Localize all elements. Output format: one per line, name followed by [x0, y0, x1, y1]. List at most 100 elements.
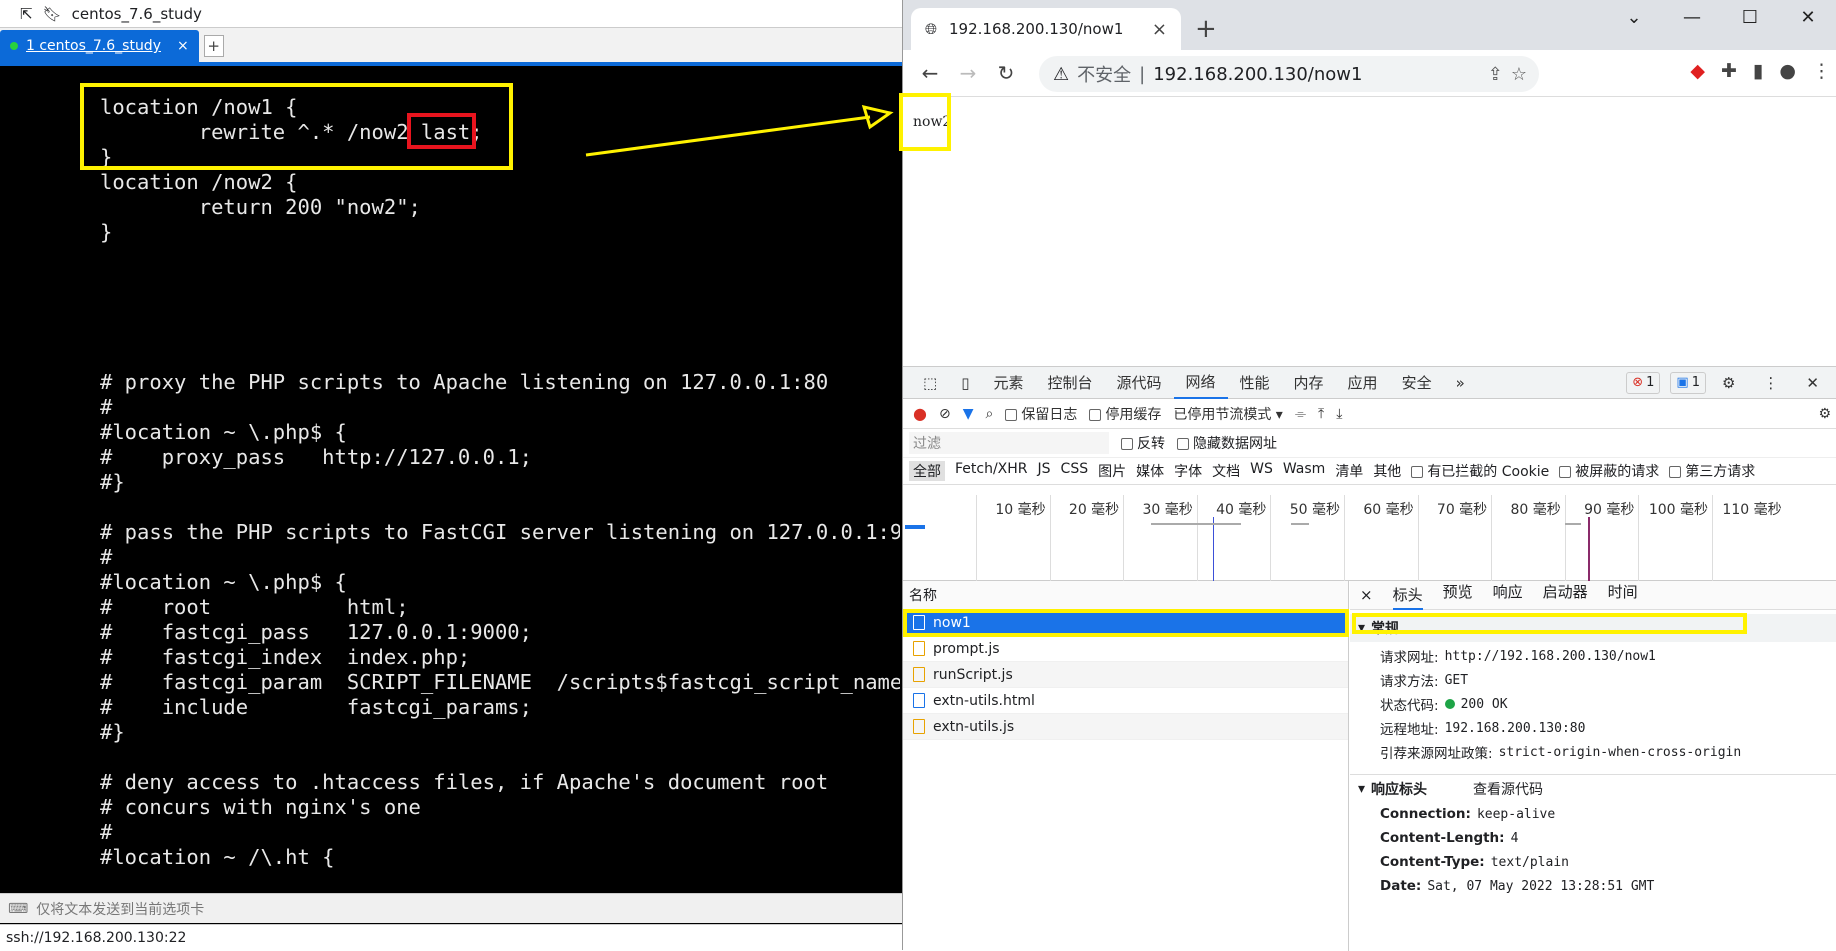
error-badge[interactable]: ⊗ 1 — [1626, 371, 1661, 394]
terminal-tab-close-icon[interactable]: × — [177, 38, 189, 54]
maximize-button[interactable]: ☐ — [1721, 0, 1779, 34]
clear-icon[interactable]: ⊘ — [939, 406, 951, 422]
menu-kebab-icon[interactable]: ⋮ — [1812, 60, 1831, 82]
extension-red-icon[interactable]: ◆ — [1690, 60, 1705, 82]
devtools-tab[interactable]: 性能 — [1228, 367, 1282, 399]
detail-tab[interactable]: 启动器 — [1543, 581, 1588, 610]
type-filter-button[interactable]: 文档 — [1212, 461, 1240, 481]
inspect-icon[interactable]: ⬚ — [911, 367, 949, 399]
forward-icon[interactable]: → — [949, 61, 987, 85]
detail-tab[interactable]: 标头 — [1392, 581, 1423, 610]
general-row: 状态代码: 200 OK — [1350, 692, 1836, 716]
type-filter-button[interactable]: Wasm — [1283, 461, 1325, 481]
detail-close-icon[interactable]: × — [1360, 586, 1373, 604]
collapse-triangle-icon: ▾ — [1358, 780, 1366, 797]
detail-tab[interactable]: 响应 — [1493, 581, 1523, 610]
message-badge[interactable]: ▣ 1 — [1670, 371, 1706, 394]
terminal-output[interactable]: location /now1 { rewrite ^.* /now2 last;… — [100, 95, 900, 870]
share-icon[interactable]: ⇪ — [1488, 64, 1503, 85]
filter-icon[interactable]: ▼ — [963, 406, 974, 422]
session-icon[interactable]: ⇱ — [20, 5, 33, 23]
header-value: 4 — [1510, 830, 1519, 846]
import-har-icon[interactable]: ⤒ — [1318, 406, 1324, 422]
detail-tab[interactable]: 时间 — [1608, 581, 1638, 610]
request-row[interactable]: prompt.js — [903, 636, 1348, 662]
view-source-link[interactable]: 查看源代码 — [1473, 779, 1543, 799]
profile-avatar-icon[interactable]: ● — [1779, 60, 1796, 82]
type-filter-button[interactable]: 字体 — [1174, 461, 1202, 481]
preserve-log-checkbox[interactable]: 保留日志 — [1005, 404, 1077, 424]
browser-tab-title: 192.168.200.130/now1 — [949, 20, 1124, 38]
type-filter-button[interactable]: 全部 — [909, 461, 945, 481]
header-value: Sat, 07 May 2022 13:28:51 GMT — [1427, 878, 1655, 894]
export-har-icon[interactable]: ⤓ — [1336, 406, 1342, 422]
devtools-tab[interactable]: 内存 — [1282, 367, 1336, 399]
terminal-tab[interactable]: 1 centos_7.6_study × — [0, 30, 199, 62]
type-filter-button[interactable]: WS — [1250, 461, 1273, 481]
timeline-bar — [1151, 523, 1241, 525]
timeline-tick-label: 90 毫秒 — [1584, 502, 1635, 518]
devtools-tab[interactable]: 元素 — [981, 367, 1035, 399]
filter-input[interactable]: 过滤 — [909, 432, 1109, 454]
request-row[interactable]: extn-utils.html — [903, 688, 1348, 714]
record-icon[interactable]: ● — [913, 404, 927, 423]
invert-checkbox[interactable]: 反转 — [1121, 433, 1165, 453]
omnibox-url[interactable]: 192.168.200.130/now1 — [1153, 64, 1362, 85]
browser-tab-close-icon[interactable]: × — [1152, 19, 1167, 40]
timeline-tick-label: 100 毫秒 — [1648, 502, 1708, 518]
devtools-menu-icon[interactable]: ⋮ — [1751, 367, 1790, 399]
type-filter-button[interactable]: 其他 — [1373, 461, 1401, 481]
response-headers-section-header[interactable]: ▾ 响应标头 查看源代码 — [1350, 774, 1836, 802]
name-column-header[interactable]: 名称 — [903, 581, 1348, 610]
request-row[interactable]: extn-utils.js — [903, 714, 1348, 740]
blocked-cookies-checkbox[interactable]: 有已拦截的 Cookie — [1411, 461, 1549, 481]
devtools-tab[interactable]: 控制台 — [1035, 367, 1104, 399]
send-text-bar[interactable]: ⌨ 仅将文本发送到当前选项卡 — [0, 893, 902, 923]
blocked-requests-checkbox[interactable]: 被屏蔽的请求 — [1559, 461, 1659, 481]
type-filter-button[interactable]: 图片 — [1098, 461, 1126, 481]
network-conditions-icon[interactable]: ⌯ — [1295, 406, 1306, 422]
type-filter-button[interactable]: 清单 — [1335, 461, 1363, 481]
settings-gear-icon[interactable]: ⚙ — [1710, 367, 1747, 399]
throttling-select[interactable]: 已停用节流模式 ▾ — [1173, 404, 1282, 424]
search-icon[interactable]: ⌕ — [985, 406, 993, 422]
reload-icon[interactable]: ↻ — [987, 61, 1025, 85]
new-terminal-tab-button[interactable]: + — [203, 35, 224, 57]
back-icon[interactable]: ← — [911, 61, 949, 85]
devtools-tab[interactable]: 应用 — [1336, 367, 1390, 399]
hide-data-urls-checkbox[interactable]: 隐藏数据网址 — [1177, 433, 1277, 453]
network-timeline-overview[interactable]: 10 毫秒 20 毫秒 30 毫秒 40 毫秒 50 毫秒 60 毫秒 70 毫秒 80 毫秒… — [903, 495, 1836, 581]
more-tabs-icon[interactable]: » — [1444, 367, 1477, 399]
timeline-tick-label: 70 毫秒 — [1436, 502, 1488, 518]
terminal-line: # — [100, 545, 113, 569]
third-party-checkbox[interactable]: 第三方请求 — [1669, 461, 1755, 481]
devtools-close-icon[interactable]: ✕ — [1794, 367, 1831, 399]
new-tab-button[interactable]: + — [1195, 14, 1217, 44]
terminal-line: #} — [100, 720, 125, 744]
network-settings-icon[interactable]: ⚙ — [1818, 406, 1836, 422]
type-filter-button[interactable]: JS — [1038, 461, 1051, 481]
not-secure-label[interactable]: 不安全 — [1077, 61, 1131, 87]
type-filter-button[interactable]: Fetch/XHR — [955, 461, 1028, 481]
timeline-tick: 20 毫秒 — [1049, 495, 1124, 581]
minimize-button[interactable]: — — [1663, 0, 1721, 34]
detail-tab[interactable]: 预览 — [1443, 581, 1473, 610]
devtools-tab[interactable]: 安全 — [1390, 367, 1444, 399]
side-panel-icon[interactable]: ▮ — [1753, 60, 1763, 82]
omnibox[interactable]: ⚠ 不安全 | 192.168.200.130/now1 ⇪ ☆ — [1039, 56, 1539, 92]
script-file-icon — [913, 667, 925, 682]
close-window-button[interactable]: ✕ — [1779, 0, 1836, 34]
tab-search-icon[interactable]: ⌄ — [1605, 0, 1663, 34]
terminal-line: # proxy the PHP scripts to Apache listen… — [100, 370, 829, 394]
devtools-tab[interactable]: 源代码 — [1104, 367, 1173, 399]
type-filter-button[interactable]: 媒体 — [1136, 461, 1164, 481]
browser-tab[interactable]: 🌐︎ 192.168.200.130/now1 × — [911, 8, 1181, 50]
disable-cache-checkbox[interactable]: 停用缓存 — [1089, 404, 1161, 424]
bookmark-star-icon[interactable]: ☆ — [1511, 64, 1527, 85]
devtools-tab[interactable]: 网络 — [1173, 367, 1228, 399]
type-filter-button[interactable]: CSS — [1061, 461, 1089, 481]
device-toolbar-icon[interactable]: ▯ — [949, 367, 981, 399]
request-row[interactable]: runScript.js — [903, 662, 1348, 688]
puzzle-icon[interactable]: ✚ — [1721, 60, 1737, 82]
